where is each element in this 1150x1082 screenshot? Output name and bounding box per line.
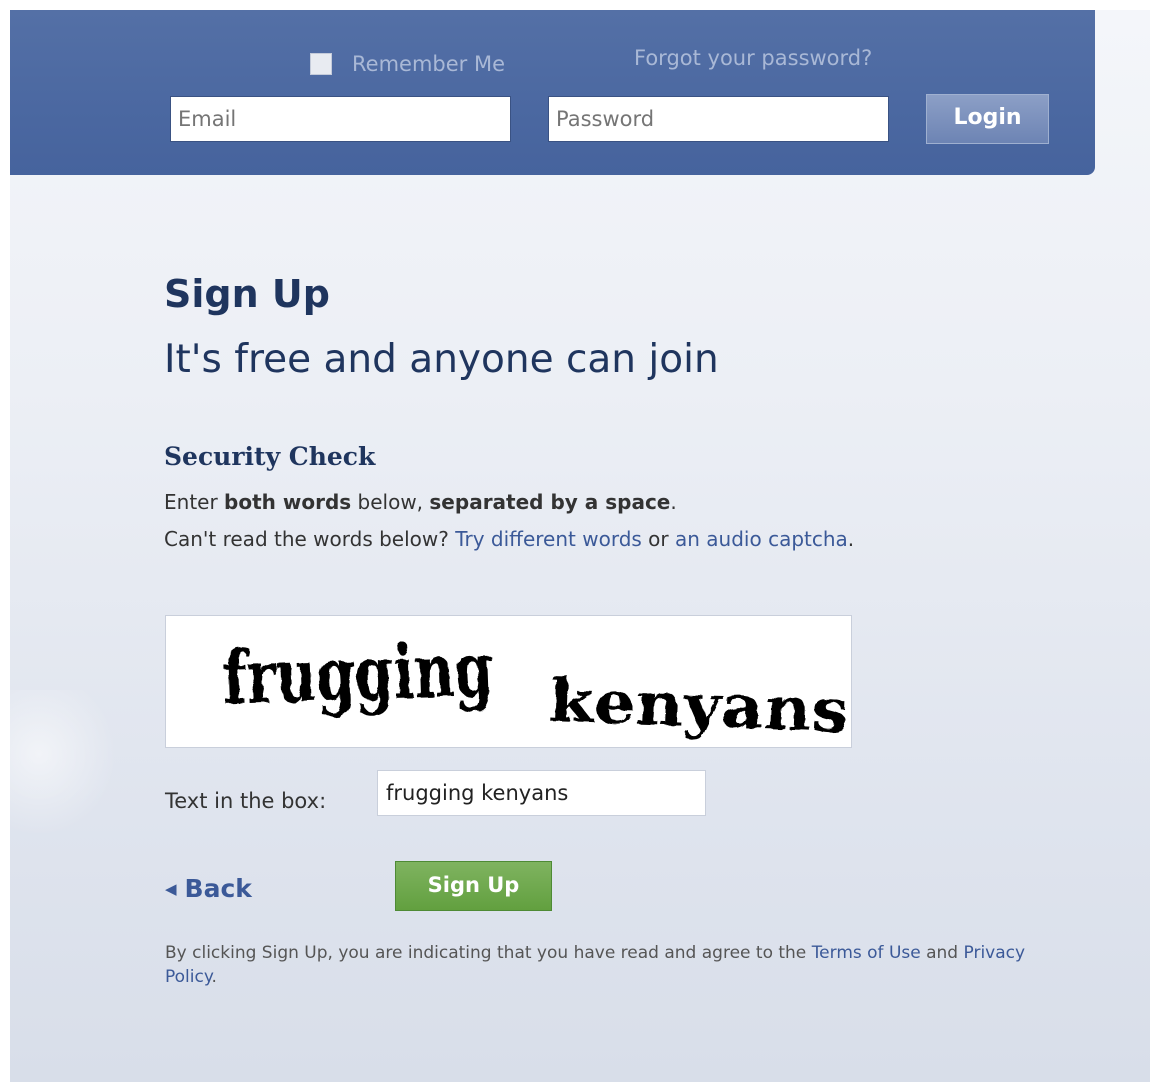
back-link[interactable]: ◀ Back (165, 874, 252, 903)
back-label: Back (184, 874, 252, 903)
page-frame: Remember Me Forgot your password? Login … (10, 10, 1150, 1082)
login-header: Remember Me Forgot your password? Login (10, 10, 1095, 175)
or-text: or (648, 527, 669, 551)
terms-suffix: . (211, 967, 217, 987)
page-title: Sign Up (164, 272, 330, 316)
terms-of-use-link[interactable]: Terms of Use (812, 943, 921, 963)
captcha-text-field[interactable]: frugging kenyans (377, 770, 706, 816)
page-subtitle: It's free and anyone can join (164, 337, 719, 382)
remember-me-checkbox[interactable] (310, 53, 332, 75)
login-button[interactable]: Login (926, 94, 1049, 144)
remember-me[interactable]: Remember Me (310, 52, 505, 76)
email-field[interactable] (170, 96, 511, 142)
audio-captcha-link[interactable]: an audio captcha (675, 527, 848, 551)
remember-me-label: Remember Me (352, 52, 505, 76)
captcha-help: Can't read the words below? Try differen… (164, 527, 854, 551)
captcha-word-1: frugging (222, 627, 495, 722)
security-check-heading: Security Check (164, 442, 376, 471)
captcha-word-2: kenyans (547, 666, 849, 746)
captcha-image: frugging kenyans (165, 615, 852, 748)
terms-notice: By clicking Sign Up, you are indicating … (165, 941, 1070, 989)
instruction-enter: Enter (164, 490, 218, 514)
security-instructions: Enter both words below, separated by a s… (164, 490, 677, 514)
try-different-words-link[interactable]: Try different words (455, 527, 642, 551)
password-field[interactable] (548, 96, 889, 142)
forgot-password-link[interactable]: Forgot your password? (634, 46, 872, 70)
background-decoration (10, 690, 130, 850)
terms-and: and (926, 943, 959, 963)
left-triangle-icon: ◀ (165, 879, 177, 898)
captcha-input-label: Text in the box: (165, 789, 327, 813)
instruction-separated: separated by a space (429, 490, 671, 514)
terms-prefix: By clicking Sign Up, you are indicating … (165, 943, 807, 963)
instruction-period: . (670, 490, 677, 514)
sign-up-button[interactable]: Sign Up (395, 861, 552, 911)
instruction-below: below, (357, 490, 424, 514)
cant-read-text: Can't read the words below? (164, 527, 449, 551)
instruction-both-words: both words (224, 490, 352, 514)
captcha-graphic: frugging kenyans (222, 627, 850, 747)
help-end-period: . (847, 527, 855, 551)
